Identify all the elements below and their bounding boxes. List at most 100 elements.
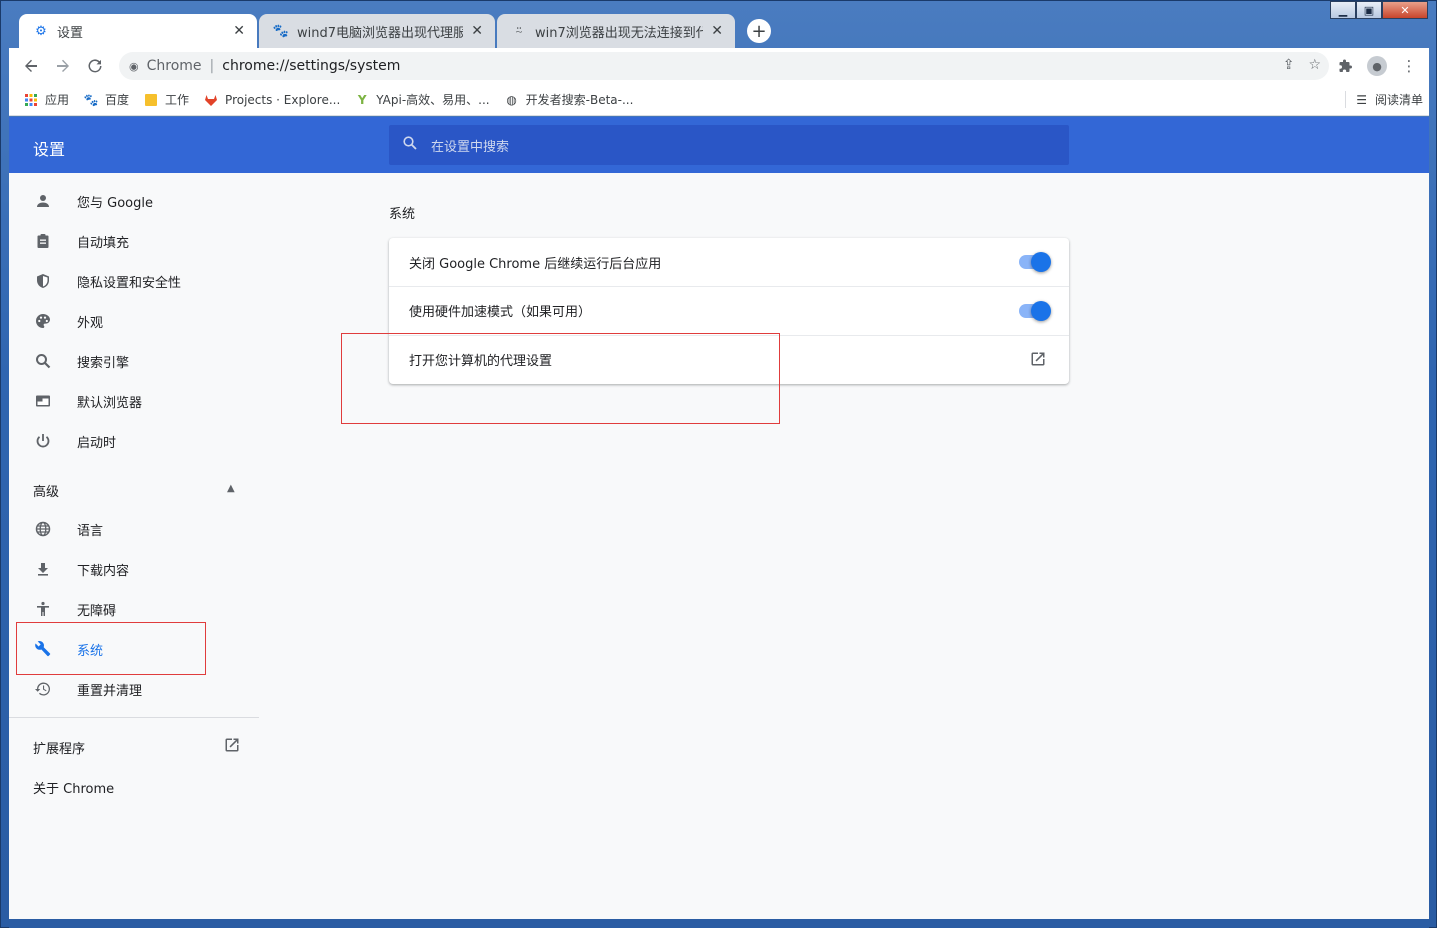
chrome-icon: ◉ (129, 59, 139, 73)
sidebar-item-label: 无障碍 (77, 603, 117, 619)
section-title: 系统 (389, 207, 416, 222)
settings-page: 设置 在设置中搜索 您与 Google 自动填充 隐私设置和安全性 外观 搜索引… (9, 117, 1429, 919)
sidebar-item-about-chrome[interactable]: 关于 Chrome (33, 778, 114, 797)
toolbar-actions: ● ⋮ (1333, 54, 1421, 78)
open-in-new-icon[interactable] (1029, 350, 1049, 370)
sidebar-item-label: 启动时 (77, 435, 117, 451)
sidebar-item-label: 自动填充 (77, 235, 130, 251)
extensions-puzzle-icon[interactable] (1333, 54, 1357, 78)
back-button[interactable] (19, 54, 43, 78)
site-icon: ⍨ (515, 23, 523, 39)
toggle-knob (1031, 301, 1051, 321)
new-tab-button[interactable]: + (747, 19, 771, 43)
baidu-paw-icon: 🐾 (272, 23, 290, 39)
background-apps-row[interactable]: 关闭 Google Chrome 后继续运行后台应用 (389, 238, 1069, 286)
omnibox-actions: ⇪ ☆ (1283, 57, 1321, 73)
reading-list-label: 阅读清单 (1374, 93, 1423, 107)
tab-title: wind7电脑浏览器出现代理服务器 (297, 25, 464, 41)
forward-button[interactable] (51, 54, 75, 78)
sidebar-item-languages[interactable]: 语言 (9, 509, 259, 549)
row-label: 使用硬件加速模式（如果可用） (409, 305, 592, 320)
tab-strip: ⚙ 设置 ✕ 🐾 wind7电脑浏览器出现代理服务器 ✕ ⍨ win7浏览器出现… (9, 14, 1429, 48)
bookmark-baidu[interactable]: 🐾 百度 (83, 91, 130, 108)
bookmark-yapi[interactable]: Y YApi-高效、易用、... (354, 91, 490, 108)
reload-button[interactable] (83, 54, 107, 78)
profile-avatar-icon[interactable]: ● (1367, 56, 1387, 76)
advanced-section-toggle[interactable]: 高级 (33, 481, 59, 500)
tab-close-icon[interactable]: ✕ (711, 23, 723, 39)
reading-list-button[interactable]: ☰ 阅读清单 (1345, 91, 1423, 108)
open-in-new-icon[interactable] (223, 736, 243, 756)
sidebar-item-label: 默认浏览器 (77, 395, 143, 411)
arrow-right-icon (57, 59, 69, 72)
clipboard-icon (33, 231, 53, 251)
sidebar-item-reset[interactable]: 重置并清理 (9, 669, 259, 709)
row-label: 关闭 Google Chrome 后继续运行后台应用 (409, 256, 662, 272)
tab-article[interactable]: ⍨ win7浏览器出现无法连接到代理服 ✕ (497, 14, 735, 48)
palette-icon (33, 311, 53, 331)
sidebar-divider (9, 717, 259, 718)
url-separator: | (209, 58, 215, 74)
sidebar-item-downloads[interactable]: 下载内容 (9, 549, 259, 589)
bookmark-label: 开发者搜索-Beta-... (525, 93, 634, 107)
proxy-highlight-box (341, 333, 780, 424)
toggle-knob (1031, 252, 1051, 272)
sidebar-item-search-engine[interactable]: 搜索引擎 (9, 341, 259, 381)
globe-icon (33, 519, 53, 539)
star-icon[interactable]: ☆ (1308, 57, 1321, 73)
search-placeholder: 在设置中搜索 (431, 139, 510, 155)
sidebar-item-default-browser[interactable]: 默认浏览器 (9, 381, 259, 421)
sidebar-item-autofill[interactable]: 自动填充 (9, 221, 259, 261)
bookmark-dev-search[interactable]: ◍ 开发者搜索-Beta-... (504, 91, 634, 108)
bookmark-apps[interactable]: 应用 (23, 91, 69, 108)
person-icon (33, 191, 53, 211)
sidebar-item-label: 搜索引擎 (77, 355, 130, 371)
tab-settings[interactable]: ⚙ 设置 ✕ (19, 14, 257, 48)
sidebar-item-label: 下载内容 (77, 563, 130, 579)
share-icon[interactable]: ⇪ (1283, 57, 1295, 73)
sidebar-item-label: 您与 Google (77, 195, 153, 211)
bookmark-label: Projects · Explore... (225, 92, 341, 107)
settings-header: 设置 在设置中搜索 (9, 117, 1429, 173)
browser-icon (33, 391, 53, 411)
hardware-acceleration-toggle[interactable] (1019, 301, 1051, 321)
background-apps-toggle[interactable] (1019, 252, 1051, 272)
reload-icon (88, 59, 102, 73)
globe-icon: ◍ (506, 92, 517, 107)
sidebar-item-label: 外观 (77, 315, 104, 331)
search-icon (33, 351, 53, 371)
accessibility-icon (33, 599, 53, 619)
sidebar-item-extensions[interactable]: 扩展程序 (33, 738, 85, 757)
bookmark-label: 百度 (105, 93, 130, 107)
window-bottom-border (9, 919, 1429, 928)
tab-close-icon[interactable]: ✕ (471, 23, 483, 39)
arrow-left-icon (25, 59, 37, 72)
caret-up-icon[interactable]: ▲ (227, 483, 235, 494)
sidebar-item-appearance[interactable]: 外观 (9, 301, 259, 341)
yapi-icon: Y (357, 92, 367, 107)
address-bar[interactable]: ◉ Chrome | chrome://settings/system ⇪ ☆ (119, 52, 1329, 80)
toolbar: ◉ Chrome | chrome://settings/system ⇪ ☆ … (9, 48, 1429, 84)
tab-baidu[interactable]: 🐾 wind7电脑浏览器出现代理服务器 ✕ (259, 14, 495, 48)
bookmark-gitlab[interactable]: Projects · Explore... (203, 92, 340, 108)
gear-icon: ⚙ (35, 23, 47, 39)
bookmark-label: 应用 (45, 93, 70, 107)
bookmark-folder-work[interactable]: 工作 (143, 91, 189, 108)
baidu-paw-icon: 🐾 (83, 92, 99, 107)
settings-search-input[interactable]: 在设置中搜索 (389, 125, 1069, 165)
page-title: 设置 (33, 140, 66, 159)
tab-close-icon[interactable]: ✕ (233, 23, 245, 39)
tab-title: 设置 (57, 25, 84, 41)
sidebar-item-you-and-google[interactable]: 您与 Google (9, 181, 259, 221)
shield-icon (33, 271, 53, 291)
kebab-menu-icon[interactable]: ⋮ (1397, 54, 1421, 78)
reading-list-icon: ☰ (1356, 92, 1367, 107)
bookmarks-bar: 应用 🐾 百度 工作 Projects · Explore... Y YApi-… (9, 84, 1429, 116)
download-icon (33, 559, 53, 579)
gitlab-fox-icon (203, 92, 219, 108)
sidebar-item-privacy[interactable]: 隐私设置和安全性 (9, 261, 259, 301)
power-icon (33, 431, 53, 451)
restore-icon (33, 679, 53, 699)
hardware-acceleration-row[interactable]: 使用硬件加速模式（如果可用） (389, 286, 1069, 334)
sidebar-item-on-startup[interactable]: 启动时 (9, 421, 259, 461)
